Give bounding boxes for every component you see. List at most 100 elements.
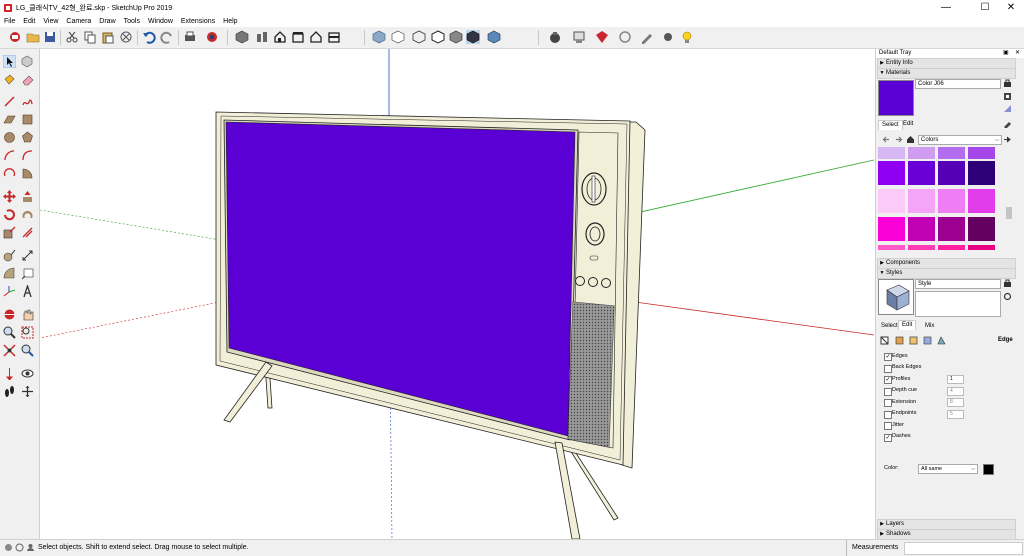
material-swatch[interactable] bbox=[908, 189, 935, 213]
credits-icon[interactable] bbox=[15, 543, 24, 552]
send-to-layout-icon[interactable] bbox=[572, 30, 586, 44]
edge-option-checkbox[interactable] bbox=[884, 410, 892, 419]
edge-color-select[interactable]: All same ⌵ bbox=[918, 464, 978, 474]
hidden-line-style-icon[interactable] bbox=[431, 30, 445, 44]
arc-tool-icon[interactable] bbox=[3, 149, 16, 162]
menu-camera[interactable]: Camera bbox=[62, 16, 95, 27]
tray-pin-icon[interactable]: ▣ bbox=[1003, 49, 1009, 58]
update-style-icon[interactable] bbox=[1003, 292, 1012, 301]
edge-color-swatch[interactable] bbox=[983, 464, 994, 475]
style-name-field[interactable]: Style bbox=[915, 279, 1001, 289]
light-bulb-icon[interactable] bbox=[680, 30, 694, 44]
scale-tool-icon[interactable] bbox=[3, 226, 16, 239]
create-material-icon[interactable] bbox=[1003, 79, 1012, 88]
material-library-select[interactable]: Colors ⌵ bbox=[918, 135, 1002, 145]
edge-option-checkbox[interactable] bbox=[884, 364, 892, 373]
styles-tab-edit[interactable]: Edit bbox=[898, 320, 917, 330]
edge-option-checkbox[interactable] bbox=[884, 422, 892, 430]
print-icon[interactable] bbox=[183, 30, 197, 44]
material-swatch[interactable] bbox=[968, 189, 995, 213]
back-edges-style-icon[interactable] bbox=[391, 30, 405, 44]
look-around-icon[interactable] bbox=[21, 367, 34, 380]
redo-icon[interactable] bbox=[160, 30, 174, 44]
user-icon[interactable] bbox=[26, 543, 35, 552]
right-view-icon[interactable] bbox=[291, 30, 305, 44]
material-name-field[interactable]: Color J06 bbox=[915, 79, 1001, 89]
measurements-input[interactable] bbox=[904, 542, 1023, 555]
background-settings-icon[interactable] bbox=[909, 336, 918, 345]
materials-tab-select[interactable]: Select bbox=[878, 120, 903, 130]
details-arrow-icon[interactable] bbox=[1003, 135, 1012, 144]
model-viewport[interactable] bbox=[40, 49, 874, 539]
polygon-tool-icon[interactable] bbox=[21, 131, 34, 144]
tv-model-canvas[interactable] bbox=[40, 49, 874, 539]
undo-icon[interactable] bbox=[142, 30, 156, 44]
menu-help[interactable]: Help bbox=[219, 16, 241, 27]
model-info-icon[interactable] bbox=[205, 30, 219, 44]
materials-tab-edit[interactable]: Edit bbox=[900, 120, 916, 129]
menu-file[interactable]: File bbox=[0, 16, 19, 27]
default-material-icon[interactable] bbox=[1003, 104, 1012, 113]
edge-option-value[interactable]: 8 bbox=[947, 398, 964, 407]
edge-option-checkbox[interactable] bbox=[884, 399, 892, 407]
close-button[interactable]: ✕ bbox=[996, 0, 1024, 16]
edge-option-value[interactable]: 4 bbox=[947, 386, 964, 396]
left-view-icon[interactable] bbox=[327, 30, 341, 44]
section-plane-icon[interactable] bbox=[21, 385, 34, 398]
pie-tool-icon[interactable] bbox=[21, 167, 34, 180]
forward-arrow-icon[interactable] bbox=[894, 135, 903, 144]
instructor-icon[interactable] bbox=[661, 30, 675, 44]
styles-header[interactable]: ▼ Styles bbox=[877, 268, 1016, 279]
cut-icon[interactable] bbox=[65, 30, 79, 44]
paint-bucket-icon[interactable] bbox=[3, 73, 16, 86]
material-swatch[interactable] bbox=[938, 245, 965, 250]
menu-window[interactable]: Window bbox=[144, 16, 177, 27]
rotate-tool-icon[interactable] bbox=[3, 208, 16, 221]
circle-tool-icon[interactable] bbox=[3, 131, 16, 144]
offset-tool-icon[interactable] bbox=[21, 226, 34, 239]
save-icon[interactable] bbox=[43, 30, 57, 44]
edge-settings-icon[interactable] bbox=[880, 336, 889, 345]
watermark-settings-icon[interactable] bbox=[923, 336, 932, 345]
back-arrow-icon[interactable] bbox=[882, 135, 891, 144]
previous-view-icon[interactable] bbox=[21, 344, 34, 357]
zoom-window-icon[interactable] bbox=[21, 326, 34, 339]
edge-option-checkbox[interactable]: ✓ bbox=[884, 433, 892, 442]
edge-option-value[interactable]: 1 bbox=[947, 375, 964, 384]
material-swatch[interactable] bbox=[968, 245, 995, 250]
material-swatch[interactable] bbox=[968, 161, 995, 185]
material-swatch[interactable] bbox=[938, 147, 965, 159]
two-point-arc-icon[interactable] bbox=[21, 149, 34, 162]
menu-edit[interactable]: Edit bbox=[19, 16, 39, 27]
three-point-arc-icon[interactable] bbox=[3, 167, 16, 180]
pan-tool-icon[interactable] bbox=[21, 308, 34, 321]
edge-option-checkbox[interactable] bbox=[884, 387, 892, 396]
shaded-style-icon[interactable] bbox=[449, 30, 463, 44]
push-pull-icon[interactable] bbox=[21, 190, 34, 203]
material-swatch[interactable] bbox=[968, 147, 995, 159]
3d-warehouse-icon[interactable] bbox=[8, 30, 22, 44]
follow-me-icon[interactable] bbox=[21, 208, 34, 221]
home-icon[interactable] bbox=[906, 135, 915, 144]
material-swatch[interactable] bbox=[908, 245, 935, 250]
front-view-icon[interactable] bbox=[273, 30, 287, 44]
material-swatch[interactable] bbox=[908, 217, 935, 241]
face-settings-icon[interactable] bbox=[895, 336, 904, 345]
material-swatch[interactable] bbox=[878, 217, 905, 241]
extension-warehouse-icon[interactable] bbox=[548, 30, 562, 44]
modeling-settings-icon[interactable] bbox=[937, 336, 946, 345]
shaded-textures-style-icon[interactable] bbox=[466, 30, 480, 44]
xray-style-icon[interactable] bbox=[372, 30, 386, 44]
orbit-extension-icon[interactable] bbox=[618, 30, 632, 44]
materials-header[interactable]: ▼ Materials bbox=[877, 68, 1016, 79]
minimize-button[interactable]: — bbox=[931, 0, 961, 16]
edge-option-checkbox[interactable]: ✓ bbox=[884, 353, 892, 361]
material-swatch[interactable] bbox=[878, 189, 905, 213]
move-tool-icon[interactable] bbox=[3, 190, 16, 203]
open-file-icon[interactable] bbox=[26, 30, 40, 44]
style-description-field[interactable] bbox=[915, 291, 1001, 317]
tray-scrollbar[interactable] bbox=[1016, 58, 1023, 539]
sample-paint-icon[interactable] bbox=[1003, 119, 1012, 128]
menu-view[interactable]: View bbox=[39, 16, 62, 27]
create-style-icon[interactable] bbox=[1003, 279, 1012, 288]
